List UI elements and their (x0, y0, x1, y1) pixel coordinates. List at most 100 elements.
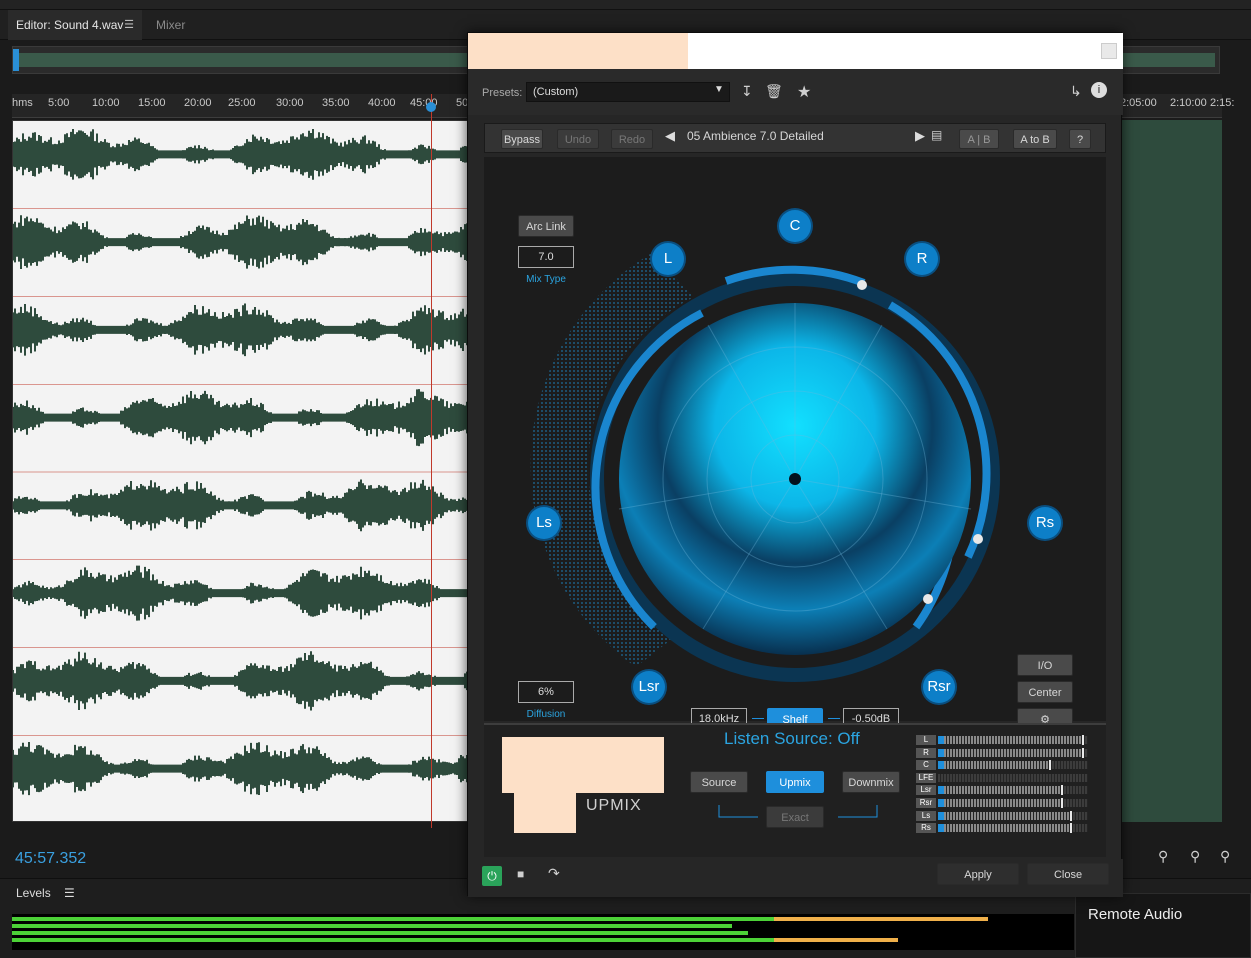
speaker-lsr[interactable]: Lsr (633, 671, 665, 703)
speaker-rsr[interactable]: Rsr (923, 671, 955, 703)
exact-button[interactable]: Exact (766, 806, 824, 828)
meter-channel-label: Ls (916, 810, 936, 821)
ruler-tick-label: 5:00 (48, 97, 70, 109)
stop-icon[interactable]: ■ (517, 867, 524, 881)
arc-link-button[interactable]: Arc Link (518, 215, 574, 237)
previous-preset-icon[interactable]: ◀ (665, 128, 675, 144)
presets-label: Presets: (482, 87, 523, 99)
hamburger-icon[interactable]: ☰ (64, 886, 75, 900)
help-button[interactable]: ? (1069, 129, 1091, 149)
bypass-button[interactable]: Bypass (501, 129, 543, 149)
sphere-center (789, 473, 801, 485)
hamburger-icon[interactable]: ☰ (124, 10, 134, 40)
front-width-handle[interactable] (857, 280, 867, 290)
speaker-l[interactable]: L (652, 243, 684, 275)
levels-meter (12, 914, 1074, 950)
a-to-b-button[interactable]: A to B (1013, 129, 1057, 149)
meter-channel-label: Rs (916, 823, 936, 834)
meter-channel-label: C (916, 760, 936, 771)
speaker-ls[interactable]: Ls (528, 507, 560, 539)
preset-select[interactable]: (Custom) (526, 82, 730, 102)
meter-fill (938, 748, 1082, 757)
ruler-tick-label: 10:00 (92, 97, 120, 109)
upmix-panel: Arc Link 7.0 Mix Type 6% Diffusion C L R… (484, 157, 1106, 730)
zoom-in-icon[interactable]: ⚲ (1158, 848, 1168, 865)
ruler-tick-label: 20:00 (184, 97, 212, 109)
meter-level (938, 748, 944, 757)
preset-name: 05 Ambience 7.0 Detailed (687, 129, 824, 143)
trash-icon[interactable]: 🗑 (765, 83, 783, 100)
upmix-button[interactable]: Upmix (766, 771, 824, 793)
meter-channel-label: L (916, 735, 936, 745)
meter-level (938, 786, 944, 795)
meter-row: C (916, 760, 1088, 771)
speaker-r[interactable]: R (906, 243, 938, 275)
side-width-handle[interactable] (973, 534, 983, 544)
rear-width-handle[interactable] (923, 594, 933, 604)
tab-editor[interactable]: Editor: Sound 4.wav ☰ (8, 10, 142, 40)
meter-level (938, 736, 944, 744)
level-bar-4 (12, 938, 774, 942)
mix-type-field[interactable]: 7.0 (518, 246, 574, 268)
center-button[interactable]: Center (1017, 681, 1073, 703)
next-preset-icon[interactable]: ▶ (915, 128, 925, 144)
meter-row: R (916, 747, 1088, 758)
meter-level (938, 811, 944, 820)
meter-channel-label: LFE (916, 772, 936, 783)
mix-type-label: Mix Type (526, 274, 566, 285)
speaker-rs[interactable]: Rs (1029, 507, 1061, 539)
app-menu-bar (0, 0, 1251, 10)
ruler-tick-label: hms (12, 97, 33, 109)
meter-peak-marker (1070, 823, 1072, 834)
filter-connector (752, 718, 764, 719)
product-logo-text: UPMIX (586, 797, 642, 814)
meter-peak-marker (1082, 735, 1084, 745)
save-preset-icon[interactable]: ↧ (741, 83, 753, 100)
tab-mixer[interactable]: Mixer (148, 10, 193, 40)
speaker-c[interactable]: C (779, 210, 811, 242)
playhead-handle[interactable] (426, 102, 436, 112)
window-close-button[interactable] (1101, 43, 1117, 59)
meter-fill (938, 786, 1061, 795)
apply-button[interactable]: Apply (937, 863, 1019, 885)
level-bar-1-hot (774, 917, 988, 921)
close-button[interactable]: Close (1027, 863, 1109, 885)
remote-audio-popup[interactable]: Remote Audio (1075, 893, 1251, 958)
info-icon[interactable]: i (1091, 82, 1107, 98)
meter-row: Rs (916, 823, 1088, 834)
meter-peak-marker (1070, 810, 1072, 821)
meter-peak-marker (1061, 798, 1063, 808)
star-icon[interactable]: ★ (797, 82, 811, 102)
redo-button[interactable]: Redo (611, 129, 653, 149)
ruler-tick-label: 2:15: (1210, 97, 1235, 109)
chevron-down-icon[interactable]: ▼ (714, 84, 724, 95)
meter-channel-label: Lsr (916, 785, 936, 796)
meter-row: LFE (916, 772, 1088, 783)
downmix-button[interactable]: Downmix (842, 771, 900, 793)
routing-icon[interactable]: ↳ (1070, 83, 1082, 100)
zoom-selection-icon[interactable]: ⚲ (1220, 848, 1230, 865)
export-icon[interactable]: ↷ (548, 865, 560, 882)
tab-editor-label: Editor: Sound 4.wav (16, 18, 124, 32)
ab-toggle-button[interactable]: A | B (959, 129, 999, 149)
redacted-logo (502, 737, 664, 793)
plugin-titlebar[interactable] (468, 33, 1123, 69)
diffusion-field[interactable]: 6% (518, 681, 574, 703)
preset-list-icon[interactable]: ▤ (931, 128, 942, 142)
meter-row: Ls (916, 810, 1088, 821)
remote-audio-label: Remote Audio (1088, 906, 1183, 923)
meter-peak-marker (1049, 760, 1051, 771)
zoom-out-icon[interactable]: ⚲ (1190, 848, 1200, 865)
meter-peak-marker (1082, 747, 1084, 758)
undo-button[interactable]: Undo (557, 129, 599, 149)
listen-source-status[interactable]: Listen Source: Off (724, 729, 860, 749)
levels-title-label: Levels (16, 886, 51, 900)
power-icon[interactable]: ⏻ (482, 866, 502, 886)
source-button[interactable]: Source (690, 771, 748, 793)
level-bar-3 (12, 931, 748, 935)
playhead-line (431, 94, 432, 828)
meter-level (938, 824, 944, 833)
ruler-tick-label: 25:00 (228, 97, 256, 109)
meter-row: Lsr (916, 785, 1088, 796)
io-button[interactable]: I/O (1017, 654, 1073, 676)
